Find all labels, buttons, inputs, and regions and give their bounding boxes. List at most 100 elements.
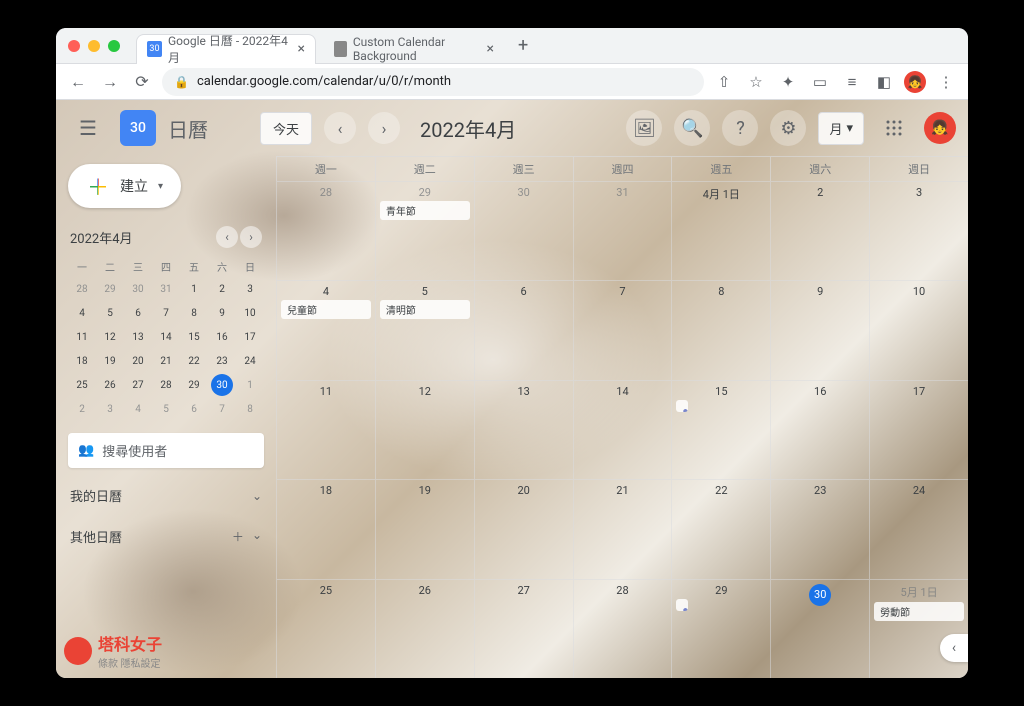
mini-day[interactable]: 24 bbox=[239, 350, 261, 372]
event-chip[interactable]: 下午7:30 [塔科 SE bbox=[676, 400, 688, 412]
forward-button[interactable]: → bbox=[98, 70, 122, 94]
mini-day[interactable]: 21 bbox=[155, 350, 177, 372]
mini-day[interactable]: 13 bbox=[127, 326, 149, 348]
day-cell[interactable]: 30 bbox=[770, 579, 869, 678]
mini-day[interactable]: 9 bbox=[211, 302, 233, 324]
mini-day[interactable]: 27 bbox=[127, 374, 149, 396]
mini-day[interactable]: 3 bbox=[99, 398, 121, 420]
side-panel-toggle[interactable]: ‹ bbox=[940, 634, 968, 662]
browser-tab-active[interactable]: 30 Google 日曆 - 2022年4月 × bbox=[136, 34, 316, 64]
day-cell[interactable]: 14 bbox=[573, 380, 672, 479]
reload-button[interactable]: ⟳ bbox=[130, 70, 154, 94]
day-cell[interactable]: 18 bbox=[276, 479, 375, 578]
add-icon[interactable]: ＋ bbox=[232, 528, 244, 545]
mini-day[interactable]: 5 bbox=[155, 398, 177, 420]
mini-prev-button[interactable]: ‹ bbox=[216, 226, 238, 248]
window-maximize[interactable] bbox=[108, 40, 120, 52]
day-cell[interactable]: 12 bbox=[375, 380, 474, 479]
account-avatar[interactable]: 👧 bbox=[924, 112, 956, 144]
other-calendars-section[interactable]: 其他日曆 ＋ ⌄ bbox=[68, 523, 264, 550]
day-cell[interactable]: 16 bbox=[770, 380, 869, 479]
prev-month-button[interactable]: ‹ bbox=[324, 112, 356, 144]
mini-day[interactable]: 7 bbox=[155, 302, 177, 324]
day-cell[interactable]: 24 bbox=[869, 479, 968, 578]
mini-day[interactable]: 26 bbox=[99, 374, 121, 396]
day-cell[interactable]: 5月 1日勞動節 bbox=[869, 579, 968, 678]
day-cell[interactable]: 9 bbox=[770, 280, 869, 379]
mini-day[interactable]: 10 bbox=[239, 302, 261, 324]
day-cell[interactable]: 15下午7:30 [塔科 SE bbox=[671, 380, 770, 479]
mini-day[interactable]: 8 bbox=[183, 302, 205, 324]
mini-day[interactable]: 17 bbox=[239, 326, 261, 348]
cast-icon[interactable]: ▭ bbox=[808, 70, 832, 94]
window-close[interactable] bbox=[68, 40, 80, 52]
view-selector[interactable]: 月 ▾ bbox=[818, 112, 864, 145]
event-chip[interactable]: 兒童節 bbox=[281, 300, 371, 319]
day-cell[interactable]: 29青年節 bbox=[375, 181, 474, 280]
event-chip[interactable]: 清明節 bbox=[380, 300, 470, 319]
mini-day[interactable]: 28 bbox=[155, 374, 177, 396]
mini-day[interactable]: 15 bbox=[183, 326, 205, 348]
mini-day[interactable]: 3 bbox=[239, 278, 261, 300]
background-icon[interactable]: 🖼 bbox=[626, 110, 662, 146]
mini-day[interactable]: 4 bbox=[71, 302, 93, 324]
mini-day[interactable]: 29 bbox=[99, 278, 121, 300]
help-icon[interactable]: ? bbox=[722, 110, 758, 146]
reading-list-icon[interactable]: ≡ bbox=[840, 70, 864, 94]
mini-day[interactable]: 18 bbox=[71, 350, 93, 372]
mini-day[interactable]: 31 bbox=[155, 278, 177, 300]
mini-day[interactable]: 1 bbox=[183, 278, 205, 300]
address-bar[interactable]: 🔒 calendar.google.com/calendar/u/0/r/mon… bbox=[162, 68, 704, 96]
mini-day[interactable]: 7 bbox=[211, 398, 233, 420]
day-cell[interactable]: 21 bbox=[573, 479, 672, 578]
event-chip[interactable]: 青年節 bbox=[380, 201, 470, 220]
sidepanel-icon[interactable]: ◧ bbox=[872, 70, 896, 94]
google-apps-icon[interactable] bbox=[876, 110, 912, 146]
day-cell[interactable]: 31 bbox=[573, 181, 672, 280]
browser-tab[interactable]: Custom Calendar Background × bbox=[324, 34, 504, 64]
search-icon[interactable]: 🔍 bbox=[674, 110, 710, 146]
day-cell[interactable]: 4月 1日 bbox=[671, 181, 770, 280]
day-cell[interactable]: 28 bbox=[276, 181, 375, 280]
day-cell[interactable]: 27 bbox=[474, 579, 573, 678]
day-cell[interactable]: 5清明節 bbox=[375, 280, 474, 379]
create-button[interactable]: ＋ 建立 ▾ bbox=[68, 164, 181, 208]
mini-day[interactable]: 23 bbox=[211, 350, 233, 372]
mini-day[interactable]: 4 bbox=[127, 398, 149, 420]
next-month-button[interactable]: › bbox=[368, 112, 400, 144]
day-cell[interactable]: 8 bbox=[671, 280, 770, 379]
day-cell[interactable]: 29上午10點 iPad Air bbox=[671, 579, 770, 678]
mini-day[interactable]: 20 bbox=[127, 350, 149, 372]
close-icon[interactable]: × bbox=[298, 41, 305, 57]
mini-next-button[interactable]: › bbox=[240, 226, 262, 248]
mini-day[interactable]: 30 bbox=[127, 278, 149, 300]
day-cell[interactable]: 25 bbox=[276, 579, 375, 678]
extensions-icon[interactable]: ✦ bbox=[776, 70, 800, 94]
day-cell[interactable]: 6 bbox=[474, 280, 573, 379]
mini-day[interactable]: 14 bbox=[155, 326, 177, 348]
mini-day[interactable]: 28 bbox=[71, 278, 93, 300]
day-cell[interactable]: 7 bbox=[573, 280, 672, 379]
day-cell[interactable]: 10 bbox=[869, 280, 968, 379]
mini-day[interactable]: 30 bbox=[211, 374, 233, 396]
event-chip[interactable]: 上午10點 iPad Air bbox=[676, 599, 688, 611]
window-minimize[interactable] bbox=[88, 40, 100, 52]
mini-day[interactable]: 12 bbox=[99, 326, 121, 348]
mini-day[interactable]: 2 bbox=[71, 398, 93, 420]
day-cell[interactable]: 30 bbox=[474, 181, 573, 280]
day-cell[interactable]: 2 bbox=[770, 181, 869, 280]
mini-day[interactable]: 22 bbox=[183, 350, 205, 372]
day-cell[interactable]: 13 bbox=[474, 380, 573, 479]
my-calendars-section[interactable]: 我的日曆 ⌄ bbox=[68, 482, 264, 509]
day-cell[interactable]: 28 bbox=[573, 579, 672, 678]
day-cell[interactable]: 20 bbox=[474, 479, 573, 578]
mini-day[interactable]: 19 bbox=[99, 350, 121, 372]
today-button[interactable]: 今天 bbox=[260, 112, 312, 145]
close-icon[interactable]: × bbox=[487, 41, 494, 57]
bookmark-icon[interactable]: ☆ bbox=[744, 70, 768, 94]
mini-day[interactable]: 6 bbox=[183, 398, 205, 420]
day-cell[interactable]: 3 bbox=[869, 181, 968, 280]
settings-icon[interactable]: ⚙ bbox=[770, 110, 806, 146]
day-cell[interactable]: 19 bbox=[375, 479, 474, 578]
event-chip[interactable]: 勞動節 bbox=[874, 602, 964, 621]
